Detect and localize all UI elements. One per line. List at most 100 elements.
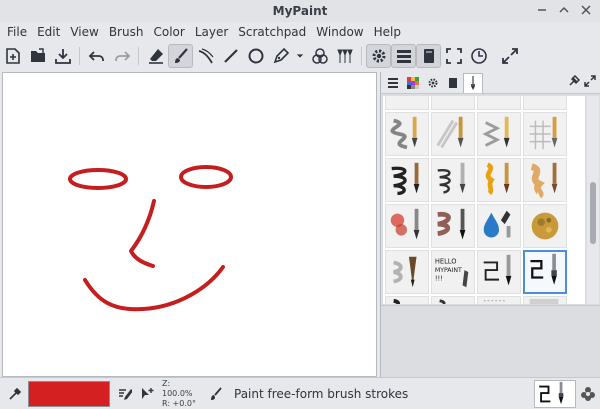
maximize-button[interactable] xyxy=(556,2,572,18)
history-button[interactable] xyxy=(466,44,491,68)
toolbar-separator xyxy=(138,47,139,65)
brush-thumbnail[interactable] xyxy=(385,296,429,304)
open-file-button[interactable] xyxy=(25,44,50,68)
brush-thumbnail[interactable] xyxy=(477,96,521,110)
layers-panel-button[interactable] xyxy=(391,44,416,68)
menu-help[interactable]: Help xyxy=(369,22,406,42)
color-picker-button[interactable] xyxy=(6,385,24,403)
brush-thumbnail[interactable] xyxy=(385,158,429,202)
brush-thumbnail[interactable] xyxy=(523,112,567,156)
pin-icon xyxy=(569,74,581,86)
scratchpad-button[interactable] xyxy=(416,44,441,68)
right-eye-stroke xyxy=(179,165,233,189)
fullscreen-icon xyxy=(445,48,462,64)
more-tools-dropdown[interactable] xyxy=(293,44,307,68)
undo-button[interactable] xyxy=(84,44,109,68)
brush-thumbnail[interactable] xyxy=(385,250,429,294)
close-button[interactable] xyxy=(578,2,594,18)
redo-button[interactable] xyxy=(109,44,134,68)
brush-thumbnail[interactable] xyxy=(477,158,521,202)
brush-color-toggle-button[interactable] xyxy=(580,386,596,402)
brush-thumbnail[interactable] xyxy=(477,296,521,304)
menu-color[interactable]: Color xyxy=(148,22,189,42)
canvas-drawing xyxy=(68,165,233,312)
inking-tool[interactable] xyxy=(193,44,218,68)
add-brush-button[interactable] xyxy=(138,385,156,403)
menu-layer[interactable]: Layer xyxy=(190,22,233,42)
brush-thumbnail[interactable] xyxy=(477,112,521,156)
brush-thumbnail[interactable] xyxy=(477,204,521,248)
open-folder-icon xyxy=(30,48,45,62)
rotation-level: R: +0.0° xyxy=(162,398,196,408)
paintbrush-icon xyxy=(174,48,188,63)
expand-diagonal-icon xyxy=(501,48,518,64)
tab-scratchpad[interactable] xyxy=(443,73,463,93)
brush-thumbnail[interactable] xyxy=(477,250,521,294)
minimize-button[interactable] xyxy=(534,2,550,18)
view-info: Z: 100.0% R: +0.0° xyxy=(162,379,200,409)
tab-brushes[interactable] xyxy=(463,72,483,93)
menu-window[interactable]: Window xyxy=(311,22,368,42)
brush-thumbnail[interactable] xyxy=(431,296,475,304)
tool-options-button[interactable] xyxy=(366,44,391,68)
pen-nib-icon xyxy=(273,47,289,64)
freehand-brush-tool[interactable] xyxy=(168,44,193,68)
gear-icon xyxy=(372,49,385,63)
notebook-icon xyxy=(423,49,434,63)
brush-thumbnail-selected[interactable] xyxy=(523,250,567,294)
menu-file[interactable]: File xyxy=(2,22,32,42)
ellipse-tool[interactable] xyxy=(243,44,268,68)
menu-edit[interactable]: Edit xyxy=(32,22,65,42)
brush-thumbnail[interactable] xyxy=(523,204,567,248)
line-icon xyxy=(223,49,238,63)
menu-brush[interactable]: Brush xyxy=(104,22,149,42)
paintbrush-icon xyxy=(471,76,475,90)
tab-tool-options[interactable] xyxy=(423,73,443,93)
menu-view[interactable]: View xyxy=(65,22,103,42)
reset-view-button[interactable] xyxy=(497,44,522,68)
fullscreen-button[interactable] xyxy=(441,44,466,68)
brush-settings-icon xyxy=(119,388,132,400)
brush-settings-button[interactable] xyxy=(116,385,134,403)
expand-diagonal-icon xyxy=(584,75,596,87)
maximize-icon xyxy=(559,6,569,13)
zoom-level: Z: 100.0% xyxy=(162,378,193,398)
brush-thumbnail[interactable]: HELLO MYPAINT !!! xyxy=(431,250,475,294)
dock-tabs xyxy=(381,72,600,94)
brush-thumbnail[interactable] xyxy=(431,204,475,248)
redo-icon xyxy=(114,51,130,61)
menu-bar: File Edit View Brush Color Layer Scratch… xyxy=(0,22,600,42)
brush-thumbnail[interactable] xyxy=(385,96,429,110)
brush-thumbnail[interactable] xyxy=(523,296,567,304)
palette-grid-icon xyxy=(407,76,419,89)
status-message: Paint free-form brush strokes xyxy=(234,386,409,401)
title-bar: MyPaint xyxy=(0,0,600,22)
color-mix-button[interactable] xyxy=(307,44,332,68)
close-icon xyxy=(581,5,591,15)
current-brush-preview[interactable] xyxy=(534,380,576,408)
brush-grid-scrollbar[interactable] xyxy=(587,96,599,304)
drawing-canvas[interactable] xyxy=(2,72,377,377)
brush-thumbnail[interactable] xyxy=(385,204,429,248)
new-document-button[interactable] xyxy=(0,44,25,68)
brush-thumbnail[interactable] xyxy=(431,96,475,110)
brush-thumbnail[interactable] xyxy=(385,112,429,156)
mouth-stroke xyxy=(83,265,225,312)
current-color-swatch[interactable] xyxy=(28,380,110,407)
save-button[interactable] xyxy=(50,44,75,68)
eraser-button[interactable] xyxy=(143,44,168,68)
brush-thumbnail[interactable] xyxy=(523,158,567,202)
pen-tool[interactable] xyxy=(268,44,293,68)
line-tool[interactable] xyxy=(218,44,243,68)
window-title: MyPaint xyxy=(272,4,328,18)
scrollbar-thumb[interactable] xyxy=(590,182,596,244)
tab-layers[interactable] xyxy=(383,73,403,93)
brush-thumbnail[interactable] xyxy=(431,158,475,202)
panel-menu-button[interactable] xyxy=(584,75,596,90)
menu-scratchpad[interactable]: Scratchpad xyxy=(233,22,311,42)
tab-color-palette[interactable] xyxy=(403,73,423,93)
brush-thumbnail[interactable] xyxy=(431,112,475,156)
brush-thumbnail[interactable] xyxy=(523,96,567,110)
detach-panel-button[interactable] xyxy=(568,74,581,90)
brush-groups-button[interactable] xyxy=(332,44,357,68)
